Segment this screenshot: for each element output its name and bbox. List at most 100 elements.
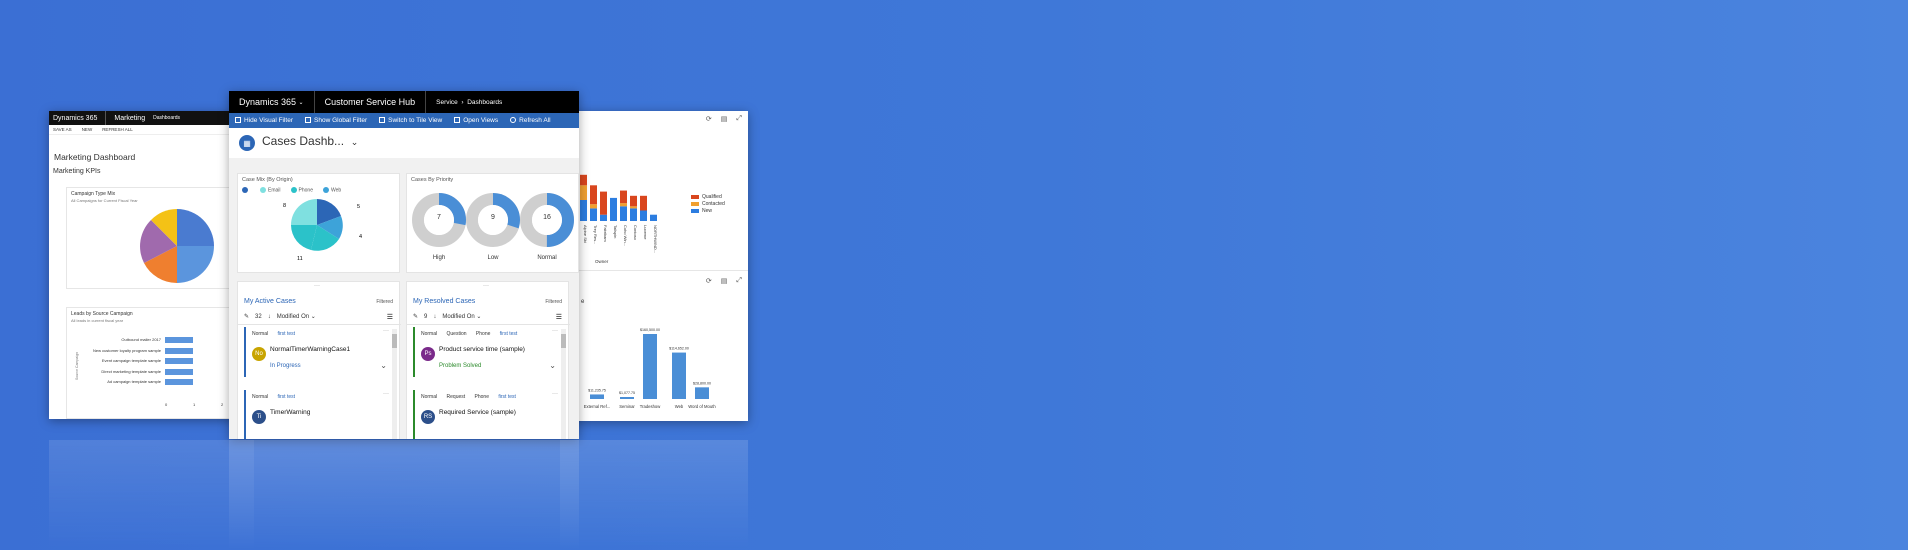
dashboard-selector[interactable]: Cases Dashb... ⌄ <box>262 134 358 148</box>
csh-app-name[interactable]: Customer Service Hub <box>315 91 427 113</box>
case-title[interactable]: TimerWarning <box>270 409 310 416</box>
revenue-bar-chart[interactable]: Em...$11,235.75External Ref...$1,077.75S… <box>560 274 748 421</box>
case-title[interactable]: Product service time (sample) <box>439 346 525 353</box>
csh-nav-bar: Dynamics 365 ⌄ Customer Service Hub Serv… <box>229 91 579 113</box>
hide-visual-filter-button[interactable]: Hide Visual Filter <box>235 117 293 124</box>
priority-donut-row: 7 High 9 Low 16 Normal <box>411 192 579 272</box>
refresh-all-button[interactable]: REFRESH ALL <box>102 127 133 132</box>
case-tag-link[interactable]: first test <box>278 331 296 337</box>
case-title[interactable]: Required Service (sample) <box>439 409 516 416</box>
leads-category-label: Outbound mailer 2017 <box>121 337 161 342</box>
funnel-icon <box>305 117 312 124</box>
more-icon[interactable]: ··· <box>483 283 489 289</box>
campaign-mix-pie[interactable] <box>137 206 217 286</box>
list-options-icon[interactable]: ☰ <box>387 313 393 321</box>
more-icon[interactable]: ··· <box>552 328 558 334</box>
legend-item-phone[interactable]: Phone <box>290 187 313 193</box>
list-options-icon[interactable]: ☰ <box>556 313 562 321</box>
stacked-segment <box>590 185 597 205</box>
case-record[interactable]: Normal Request Phone first test ··· RS Requ… <box>413 390 560 439</box>
case-tag: Phone <box>475 331 492 337</box>
leads-bar[interactable] <box>165 379 193 385</box>
stacked-category-label: Contoso <box>633 225 638 241</box>
new-button[interactable]: NEW <box>82 127 93 132</box>
sort-arrow-icon[interactable]: ↓ <box>433 314 436 320</box>
stacked-bar-chart[interactable]: Alpine Ski Trey Res... Fabrikam Tailspin Coh… <box>560 111 748 271</box>
stacked-segment <box>650 214 657 221</box>
marketing-module[interactable]: Marketing <box>114 115 145 122</box>
stacked-segment <box>620 206 627 221</box>
case-title[interactable]: NormalTimerWarningCase1 <box>270 346 350 353</box>
legend-swatch <box>691 208 699 213</box>
active-sort-field[interactable]: Modified On ⌄ <box>277 313 316 320</box>
more-icon[interactable]: ··· <box>383 391 389 397</box>
refresh-icon <box>510 117 517 124</box>
leads-bar[interactable] <box>165 358 193 364</box>
sales-window: ⟳ ▤ ⤢ Alpine Ski Trey Res... Fabrikam Tails… <box>560 111 748 421</box>
more-icon[interactable]: ··· <box>552 391 558 397</box>
breadcrumb-area[interactable]: Service <box>436 99 458 106</box>
show-global-filter-button[interactable]: Show Global Filter <box>305 117 367 124</box>
leads-bar[interactable] <box>165 347 193 354</box>
scrollbar[interactable] <box>392 329 397 439</box>
case-tag-link[interactable]: first test <box>498 394 516 400</box>
priority-title: Cases By Priority <box>411 177 454 183</box>
revenue-data-label: $1,077.75 <box>619 391 635 395</box>
marketing-section-title: Marketing KPIs <box>53 168 101 175</box>
priority-donut-low[interactable]: 9 Low <box>465 192 521 272</box>
legend-item-email[interactable]: Email <box>260 187 281 193</box>
case-record-tags: Normal first test <box>252 331 295 337</box>
leads-bar[interactable] <box>165 368 193 375</box>
active-list-toolbar: ✎ 32 ↓ Modified On ⌄ <box>244 313 316 321</box>
stacked-segment <box>640 210 647 221</box>
legend-item[interactable] <box>242 187 250 193</box>
active-cases-title[interactable]: My Active Cases <box>244 298 296 305</box>
pie-slice-lightblue <box>177 246 214 283</box>
legend-label: Qualified <box>702 193 722 200</box>
legend-item-web[interactable]: Web <box>322 187 341 193</box>
priority-donut-normal[interactable]: 16 Normal <box>519 192 575 272</box>
legend-item[interactable]: New <box>691 207 725 214</box>
chevron-down-icon[interactable]: ⌄ <box>380 361 387 370</box>
save-as-button[interactable]: SAVE AS <box>53 127 72 132</box>
mix-label: 4 <box>359 234 363 240</box>
marketing-command-bar: SAVE AS NEW REFRESH ALL <box>49 125 254 135</box>
priority-donut-high[interactable]: 7 High <box>411 192 467 272</box>
case-tag-link[interactable]: first test <box>500 331 518 337</box>
legend-item[interactable]: Qualified <box>691 193 725 200</box>
resolved-cases-title[interactable]: My Resolved Cases <box>413 298 475 305</box>
breadcrumb-page[interactable]: Dashboards <box>467 99 502 106</box>
sort-arrow-icon[interactable]: ↓ <box>268 314 271 320</box>
marketing-app-title[interactable]: Dynamics 365 <box>53 115 97 122</box>
case-record[interactable]: Normal first test ··· Ti TimerWarning <box>244 390 391 439</box>
resolved-sort-field[interactable]: Modified On ⌄ <box>442 313 481 320</box>
legend-item[interactable]: Contacted <box>691 200 725 207</box>
switch-tile-view-button[interactable]: Switch to Tile View <box>379 117 442 124</box>
revenue-bar <box>643 334 657 399</box>
more-icon[interactable]: ··· <box>314 283 320 289</box>
case-record[interactable]: Normal first test ··· No NormalTimerWarning… <box>244 327 391 377</box>
more-icon[interactable]: ··· <box>383 328 389 334</box>
leads-category-label: Event campaign template sample <box>101 358 161 363</box>
csh-app-title[interactable]: Dynamics 365 ⌄ <box>229 91 315 113</box>
case-tag: Normal <box>252 331 270 337</box>
refresh-all-button[interactable]: Refresh All <box>510 117 551 124</box>
chevron-down-icon[interactable]: ⌄ <box>549 361 556 370</box>
case-mix-pie[interactable] <box>289 197 345 253</box>
stacked-chart-card: ⟳ ▤ ⤢ Alpine Ski Trey Res... Fabrikam Tails… <box>560 111 748 271</box>
leads-category-label: New customer loyalty program sample <box>92 347 161 353</box>
marketing-breadcrumb[interactable]: Dashboards <box>153 115 180 121</box>
open-views-button[interactable]: Open Views <box>454 117 498 124</box>
csh-window: Dynamics 365 ⌄ Customer Service Hub Serv… <box>229 91 579 439</box>
case-mix-legend: Email Phone Web <box>242 187 341 193</box>
scrollbar[interactable] <box>561 329 566 439</box>
case-tag-link[interactable]: first test <box>278 394 296 400</box>
edit-icon[interactable]: ✎ <box>413 313 418 320</box>
case-record[interactable]: Normal Question Phone first test ··· Ps Pro… <box>413 327 560 377</box>
marketing-dashboard-title[interactable]: Marketing Dashboard <box>54 152 135 162</box>
leads-bar[interactable] <box>165 337 193 343</box>
csh-breadcrumb: Service › Dashboards <box>436 98 503 106</box>
case-tag: Request <box>446 394 467 400</box>
legend-swatch <box>691 201 699 206</box>
edit-icon[interactable]: ✎ <box>244 313 249 320</box>
